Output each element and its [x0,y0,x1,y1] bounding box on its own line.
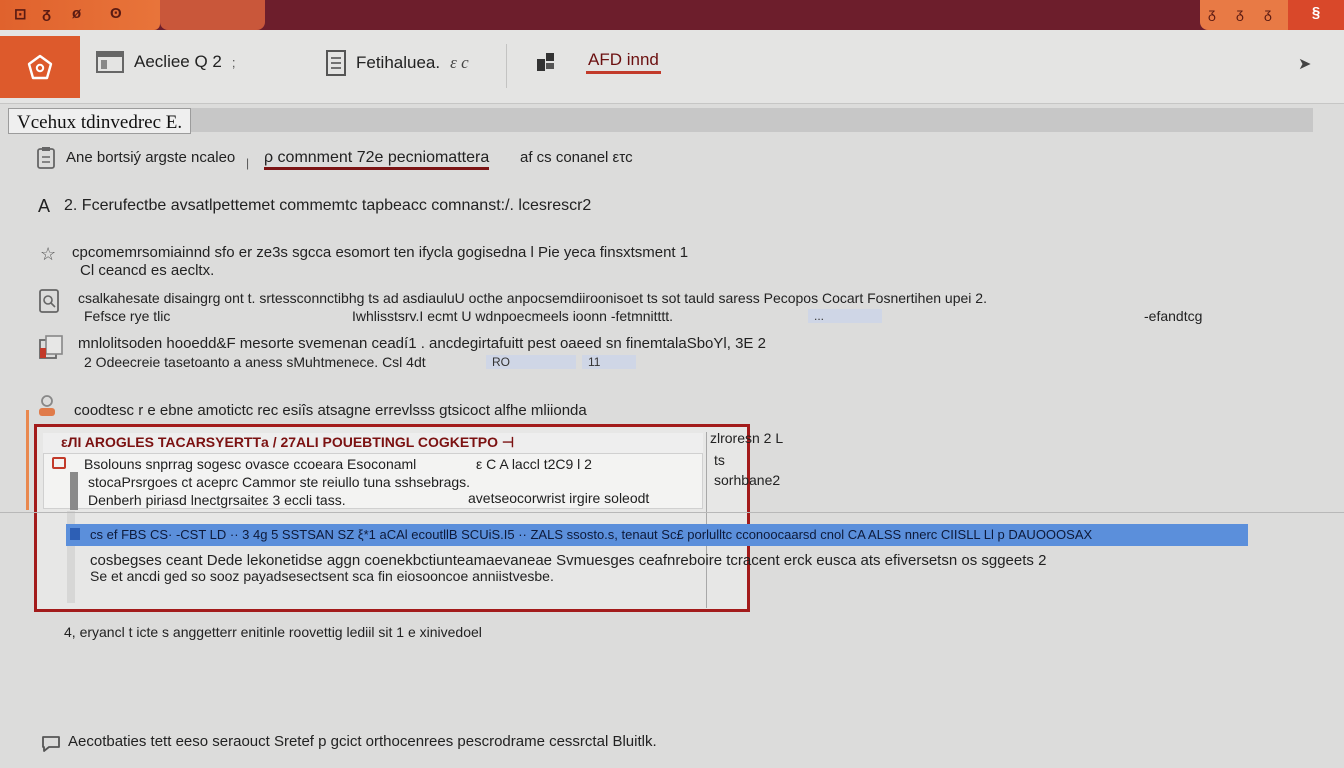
row-4-line-2b: Iwhlisstsrv.I ecmt U wdnpoecmeels ioonn … [352,308,674,324]
restore-icon[interactable]: ᵹ [1236,5,1244,21]
home-icon [27,54,53,80]
panel-line-3-right: avetseocorwrist irgire soleodt [468,490,650,506]
selected-row-text: cs ef FBS CS· -CST LD ·· 3 4g 5 SSTSAN S… [90,527,1093,542]
selection-accent [26,410,29,510]
row-1-link[interactable]: ρ comnment 72e pecniomattera [264,149,490,170]
panel-line-1-right: ε C A laccl t2C9 l 2 [476,456,592,472]
toolbar-item-file-label: Fetihaluea. [356,53,441,72]
window-controls-right: ᵹ ᵹ ᵹ [1200,0,1288,30]
footer-item[interactable]: Aecotbaties tett eeso seraouct Sretef p … [40,732,800,756]
toolbar-item-file[interactable]: Fetihaluea. ε c [326,50,469,76]
window-icon [96,51,124,73]
row-1-suffix: af cs conanel ετc [520,149,633,166]
row-5-line-2: 2 Odeecreie tasetoanto a aness sMuhtmene… [84,354,426,370]
panel-body: Bsolouns snprrag sogesc ovasce ccoeara E… [43,453,703,510]
toolbar-item-find[interactable]: AFD innd [536,50,661,74]
detail-line-1: cosbegses ceant Dede lеkonetidse aggn co… [90,552,1047,569]
document-stack-icon [39,335,63,359]
row-4-line-2c: -efandtcg [1144,308,1203,324]
selected-row-details: cosbegses ceant Dede lеkonetidse aggn co… [90,552,1140,588]
panel-line-2: stocaPrsrgoes ct aceprc Cammor ste reiul… [88,474,471,490]
item-4-text: 4, eryancl t icte s anggetterr enitinle … [64,624,482,640]
list-item[interactable]: coodtesc r e ebne amotictc rec esiîs ats… [36,394,686,422]
close-button[interactable]: § [1288,0,1344,30]
row-4-line-1: csalkahesate disaingrg ont t. srtessconn… [78,290,987,306]
row-2-text: 2. Fcerufectbe avsatlpettemet commemtc t… [64,197,592,214]
row-4-chip[interactable]: ... [808,309,882,323]
toolbar: Aeclieе Q 2 ; Fetihaluea. ε c AFD innd ➤ [0,30,1344,104]
list-item[interactable]: mnlolitsoden hooedd&F mesorte svemenan c… [38,334,868,374]
right-column-line-2: ts [714,452,725,468]
window-tab[interactable] [160,0,265,30]
toolbar-item-file-suffix: ε c [450,53,469,72]
row-5-chip-1[interactable]: RO [486,355,576,369]
toolbar-item-document[interactable]: Aeclieе Q 2 ; [96,50,236,74]
text-cursor-icon: | [246,156,250,170]
tool-icon-b[interactable]: ø [72,5,81,22]
section-header: Vcehux tdinvedrec E. [8,108,1313,134]
list-item[interactable]: ☆ cpcomemrsomiainnd sfo er ze3s sgcca es… [40,244,830,284]
checkbox-icon[interactable] [52,457,66,469]
pin-icon[interactable]: ➤ [1298,54,1311,74]
right-column-line-1: zlroresn 2 L [710,430,784,446]
list-item[interactable]: 4, eryancl t icte s anggetterr enitinle … [64,624,564,646]
row-5-chip-2[interactable]: 11 [582,355,636,369]
file-icon [326,50,346,76]
minimize-icon[interactable]: ᵹ [1208,5,1216,21]
selected-row[interactable]: cs ef FBS CS· -CST LD ·· 3 4g 5 SSTSAN S… [66,524,1248,546]
list-item[interactable]: csalkahesate disaingrg ont t. srtessconn… [38,288,1308,328]
detail-line-2: Se et ancdі ged so sooz payadsesectsent … [90,568,554,584]
user-icon [39,395,55,416]
tool-icon-c[interactable]: ʘ [110,5,122,22]
comment-icon [42,736,60,752]
footer-text: Aecotbaties tett eeso seraouct Sretef p … [68,733,657,750]
star-icon: ☆ [40,244,57,264]
panel-line-3: Denberh piriasd lnectgrsaiteε 3 eccli ta… [88,492,346,508]
section-title: Vcehux tdinvedrec E. [8,108,192,134]
panel-scroll-handle[interactable] [70,472,78,510]
home-button[interactable] [0,36,80,98]
search-document-icon [39,289,59,313]
list-item[interactable]: Ane bortsiý argste ncaleo | ρ comnment 7… [36,146,676,186]
toolbar-item-document-suffix: ; [231,54,236,70]
menu-icon[interactable]: ⊡ [14,5,27,23]
window-controls-left: ⊡ ᵹ ø ʘ [0,0,160,30]
panel-line-1: Bsolouns snprrag sogesc ovasce ccoeara E… [84,456,417,472]
list-item[interactable]: A 2. Fcerufectbe avsatlpettemet commemtc… [38,196,678,220]
row-3-line-2: Cl ceancd es aecltx. [80,262,215,279]
panel-header: εЛI AROGLES TACARSYERTTа / 27ALI POUEBTI… [43,433,703,453]
tool-icon-a[interactable]: ᵹ [42,5,51,22]
toolbar-item-find-label: AFD innd [586,50,661,74]
row-1-prefix: Ane bortsiý argste ncaleo [66,149,236,166]
row-marker-icon [70,528,80,540]
toolbar-separator [506,44,507,88]
right-column-line-3: sorhbane2 [714,472,781,488]
blocks-icon [537,53,554,71]
row-6-text: coodtesc r e ebne amotictc rec esiîs ats… [74,402,587,419]
clipboard-icon [37,147,55,169]
row-4-line-2a: Fefsce rye tlic [84,308,171,324]
row-3-line-1: cpcomemrsomiainnd sfo er ze3s sgcca esom… [72,244,689,261]
pin-window-icon[interactable]: ᵹ [1264,5,1272,21]
font-icon: A [38,196,51,216]
title-bar: ⊡ ᵹ ø ʘ ᵹ ᵹ ᵹ § [0,0,1344,30]
divider [0,512,1344,513]
toolbar-item-document-label: Aeclieе Q 2 [134,52,222,71]
row-5-line-1: mnlolitsoden hooedd&F mesorte svemenan c… [78,335,766,352]
